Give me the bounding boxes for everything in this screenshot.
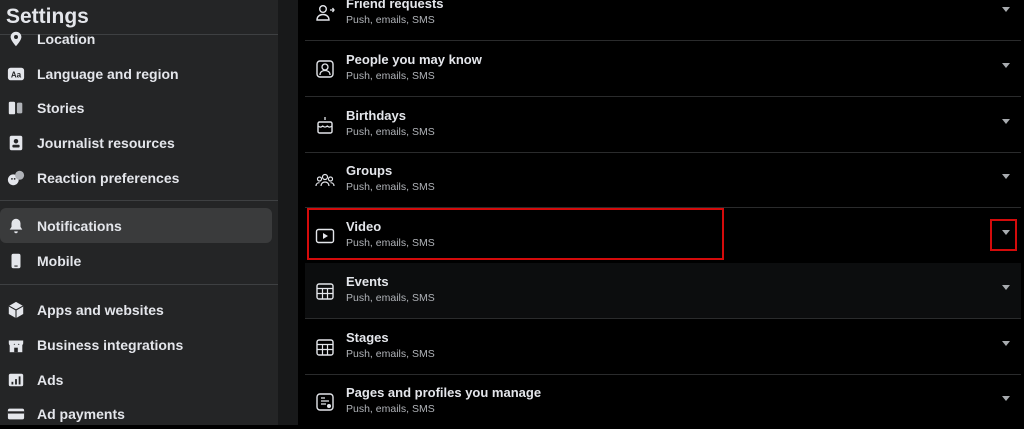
pages-icon [314,391,336,413]
sidebar-item-reaction-preferences[interactable]: Reaction preferences [0,160,272,195]
sidebar-item-ad-payments[interactable]: Ad payments [0,396,272,425]
notification-row-people-you-may-know[interactable]: People you may know Push, emails, SMS [305,41,1021,97]
sidebar-item-label: Ad payments [37,405,125,422]
svg-text:Aa: Aa [11,70,22,79]
bell-icon [6,216,26,236]
row-subtitle: Push, emails, SMS [346,70,435,82]
video-dropdown-highlight-box [990,219,1017,251]
chevron-down-icon[interactable] [1002,174,1010,179]
sidebar-item-stories[interactable]: Stories [0,90,272,125]
notification-row-birthdays[interactable]: Birthdays Push, emails, SMS [305,97,1021,153]
sidebar-item-journalist-resources[interactable]: Journalist resources [0,125,272,160]
row-subtitle: Push, emails, SMS [346,348,435,360]
sidebar-item-label: Stories [37,99,85,116]
notification-row-stages[interactable]: Stages Push, emails, SMS [305,319,1021,375]
chevron-down-icon[interactable] [1002,341,1010,346]
mobile-icon [6,251,26,271]
sidebar-item-mobile[interactable]: Mobile [0,243,272,278]
sidebar-item-label: Notifications [37,217,122,234]
chevron-down-icon[interactable] [1002,63,1010,68]
sidebar-item-label: Language and region [37,65,179,82]
video-row-highlight-box [307,208,724,260]
sidebar-item-label: Business integrations [37,336,184,353]
sidebar-item-location[interactable]: Location [0,21,272,56]
notification-row-events[interactable]: Events Push, emails, SMS [305,263,1021,319]
chevron-down-icon[interactable] [1002,396,1010,401]
journalist-icon [6,133,26,153]
sidebar-divider [0,284,278,285]
ads-icon [6,370,26,390]
row-subtitle: Push, emails, SMS [346,14,435,26]
sidebar-item-label: Mobile [37,252,82,269]
row-subtitle: Push, emails, SMS [346,126,435,138]
row-subtitle: Push, emails, SMS [346,403,435,415]
sidebar-item-notifications[interactable]: Notifications [0,208,272,243]
sidebar-item-label: Ads [37,371,64,388]
row-title: People you may know [346,52,482,67]
sidebar-item-label: Journalist resources [37,134,175,151]
row-title: Groups [346,163,393,178]
sidebar-item-business-integrations[interactable]: Business integrations [0,327,272,362]
sidebar-item-label: Apps and websites [37,301,164,318]
row-title: Birthdays [346,108,406,123]
reaction-icon [6,168,26,188]
notification-row-friend-requests[interactable]: Friend requests Push, emails, SMS [305,0,1021,41]
notification-row-pages-profiles[interactable]: Pages and profiles you manage Push, emai… [305,374,1021,429]
groups-icon [314,169,336,191]
notification-row-groups[interactable]: Groups Push, emails, SMS [305,152,1021,208]
friend-request-icon [314,2,336,24]
language-icon: Aa [6,64,26,84]
sidebar-item-apps-websites[interactable]: Apps and websites [0,292,272,327]
row-title: Events [346,274,389,289]
sidebar-item-label: Location [37,30,96,47]
chevron-down-icon[interactable] [1002,7,1010,12]
row-subtitle: Push, emails, SMS [346,181,435,193]
chevron-down-icon[interactable] [1002,119,1010,124]
calendar-icon [314,336,336,358]
stories-icon [6,98,26,118]
cake-icon [314,114,336,136]
people-icon [314,58,336,80]
business-icon [6,335,26,355]
row-title: Pages and profiles you manage [346,385,542,400]
sidebar-item-label: Reaction preferences [37,169,180,186]
settings-sidebar: Settings Location Aa Language and region… [0,0,278,425]
sidebar-divider [0,200,278,201]
sidebar-item-ads[interactable]: Ads [0,362,272,397]
row-title: Friend requests [346,0,444,11]
card-icon [6,404,26,424]
chevron-down-icon[interactable] [1002,285,1010,290]
sidebar-item-language-region[interactable]: Aa Language and region [0,56,272,91]
cube-icon [6,300,26,320]
calendar-icon [314,280,336,302]
location-pin-icon [6,29,26,49]
row-subtitle: Push, emails, SMS [346,292,435,304]
row-title: Stages [346,330,389,345]
